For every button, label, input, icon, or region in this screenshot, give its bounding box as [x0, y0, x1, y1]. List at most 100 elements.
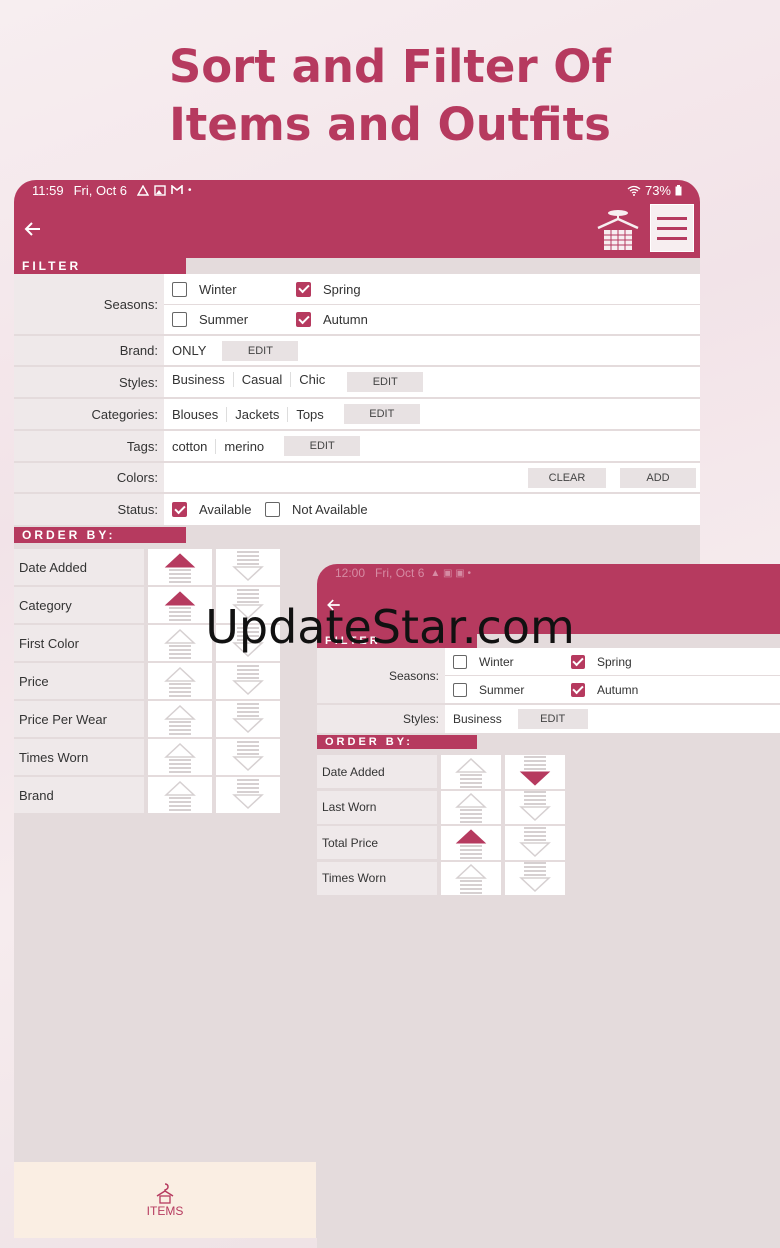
checkbox-checked-icon[interactable]	[571, 654, 585, 669]
tag-item: merino	[224, 438, 265, 454]
sort-descending-button[interactable]	[216, 663, 280, 701]
menu-icon-bar	[657, 226, 687, 230]
drive-icon	[137, 184, 150, 196]
style-tag: Casual	[242, 372, 292, 387]
season-spring[interactable]: Spring	[296, 281, 420, 297]
sort-ascending-button[interactable]	[148, 739, 212, 777]
order-row: Total Price	[317, 826, 780, 862]
season-winter[interactable]: Winter	[453, 654, 571, 669]
seasons-subrow: Summer Autumn	[445, 675, 780, 703]
sort-descending-button[interactable]	[505, 826, 565, 862]
season-winter[interactable]: Winter	[172, 281, 296, 297]
order-label: Last Worn	[317, 790, 437, 826]
filter-row-styles: Styles: Business Casual Chic EDIT	[14, 367, 700, 399]
checkbox-icon[interactable]	[453, 682, 467, 697]
sort-ascending-button[interactable]	[148, 663, 212, 701]
season-label: Summer	[479, 682, 525, 697]
order-by-section-header: ORDER BY:	[317, 735, 477, 749]
season-summer[interactable]: Summer	[453, 682, 571, 697]
add-color-button[interactable]: ADD	[620, 467, 696, 488]
sort-ascending-button[interactable]	[441, 826, 501, 862]
gmail-icon	[171, 185, 183, 194]
status-not-available[interactable]: Not Available	[265, 502, 385, 517]
sort-ascending-icon	[164, 666, 196, 697]
clear-colors-button[interactable]: CLEAR	[528, 467, 606, 488]
checkbox-checked-icon[interactable]	[172, 502, 187, 517]
sort-descending-icon	[232, 779, 264, 810]
edit-styles-button[interactable]: EDIT	[347, 372, 424, 392]
wardrobe-calendar-icon[interactable]	[594, 206, 642, 252]
menu-icon-bar	[657, 216, 687, 220]
back-arrow-icon[interactable]	[22, 218, 44, 240]
order-label: Price Per Wear	[14, 701, 144, 739]
season-label: Spring	[597, 654, 632, 669]
checkbox-icon[interactable]	[172, 281, 187, 297]
checkbox-icon[interactable]	[453, 654, 467, 669]
brand-label: Brand:	[14, 336, 164, 365]
sort-descending-button[interactable]	[216, 549, 280, 587]
notification-icons: •	[137, 184, 192, 196]
sort-descending-button[interactable]	[505, 755, 565, 791]
sort-descending-button[interactable]	[505, 861, 565, 897]
status-bar: 11:59 Fri, Oct 6 • 73%	[14, 180, 700, 200]
status-not-available-label: Not Available	[292, 502, 368, 517]
sort-ascending-button[interactable]	[148, 549, 212, 587]
seasons-subrow: Summer Autumn	[164, 304, 700, 334]
sort-ascending-button[interactable]	[148, 777, 212, 815]
season-autumn[interactable]: Autumn	[571, 682, 689, 697]
hanger-icon	[156, 1183, 174, 1204]
sort-descending-button[interactable]	[216, 701, 280, 739]
checkbox-icon[interactable]	[172, 312, 187, 327]
filter-row-styles: Styles: Business EDIT	[317, 705, 780, 733]
filter-row-brand: Brand: ONLY EDIT	[14, 336, 700, 367]
checkbox-checked-icon[interactable]	[296, 312, 311, 327]
category-tag: Blouses	[172, 406, 228, 422]
styles-label: Styles:	[317, 705, 445, 733]
photos-icon	[154, 184, 166, 196]
season-spring[interactable]: Spring	[571, 654, 689, 669]
season-summer[interactable]: Summer	[172, 312, 296, 327]
colors-label: Colors:	[14, 463, 164, 492]
promo-title: Sort and Filter Of Items and Outfits	[0, 38, 780, 154]
sort-ascending-button[interactable]	[441, 790, 501, 826]
checkbox-checked-icon[interactable]	[571, 682, 585, 697]
edit-styles-button[interactable]: EDIT	[517, 709, 588, 729]
checkbox-checked-icon[interactable]	[296, 281, 311, 297]
status-bar: 12:00 Fri, Oct 6 ▲ ▣ ▣ •	[317, 564, 780, 582]
sort-descending-icon	[519, 791, 551, 822]
edit-brand-button[interactable]: EDIT	[222, 340, 299, 361]
filter-row-tags: Tags: cotton merino EDIT	[14, 431, 700, 463]
order-row: Date Added	[317, 755, 780, 791]
filter-row-status: Status: Available Not Available	[14, 494, 700, 525]
colors-values: CLEAR ADD	[164, 463, 700, 492]
season-label: Spring	[323, 281, 361, 297]
items-tab[interactable]: ITEMS	[14, 1162, 316, 1238]
edit-tags-button[interactable]: EDIT	[284, 436, 361, 456]
order-row: Times Worn	[317, 861, 780, 897]
status-available[interactable]: Available	[172, 502, 265, 517]
status-date: Fri, Oct 6	[375, 566, 425, 580]
category-tag: Tops	[296, 406, 324, 422]
sort-ascending-button[interactable]	[441, 861, 501, 897]
sort-descending-button[interactable]	[216, 777, 280, 815]
categories-values: Blouses Jackets Tops EDIT	[164, 399, 700, 429]
sort-ascending-button[interactable]	[148, 701, 212, 739]
checkbox-icon[interactable]	[265, 502, 280, 517]
status-label: Status:	[14, 494, 164, 525]
status-time: 12:00	[335, 566, 366, 580]
season-autumn[interactable]: Autumn	[296, 312, 420, 327]
app-bar	[14, 200, 700, 258]
order-label: Times Worn	[14, 739, 144, 777]
sort-ascending-button[interactable]	[441, 755, 501, 791]
sort-descending-button[interactable]	[216, 739, 280, 777]
promo-title-line1: Sort and Filter Of	[168, 40, 612, 93]
order-label: Brand	[14, 777, 144, 815]
menu-button[interactable]	[650, 204, 694, 252]
style-tag: Business	[172, 372, 234, 387]
sort-ascending-icon	[164, 553, 196, 583]
filter-row-colors: Colors: CLEAR ADD	[14, 463, 700, 494]
sort-descending-button[interactable]	[505, 790, 565, 826]
brand-value: ONLY	[172, 343, 207, 358]
edit-categories-button[interactable]: EDIT	[343, 404, 420, 424]
order-label: Price	[14, 663, 144, 701]
